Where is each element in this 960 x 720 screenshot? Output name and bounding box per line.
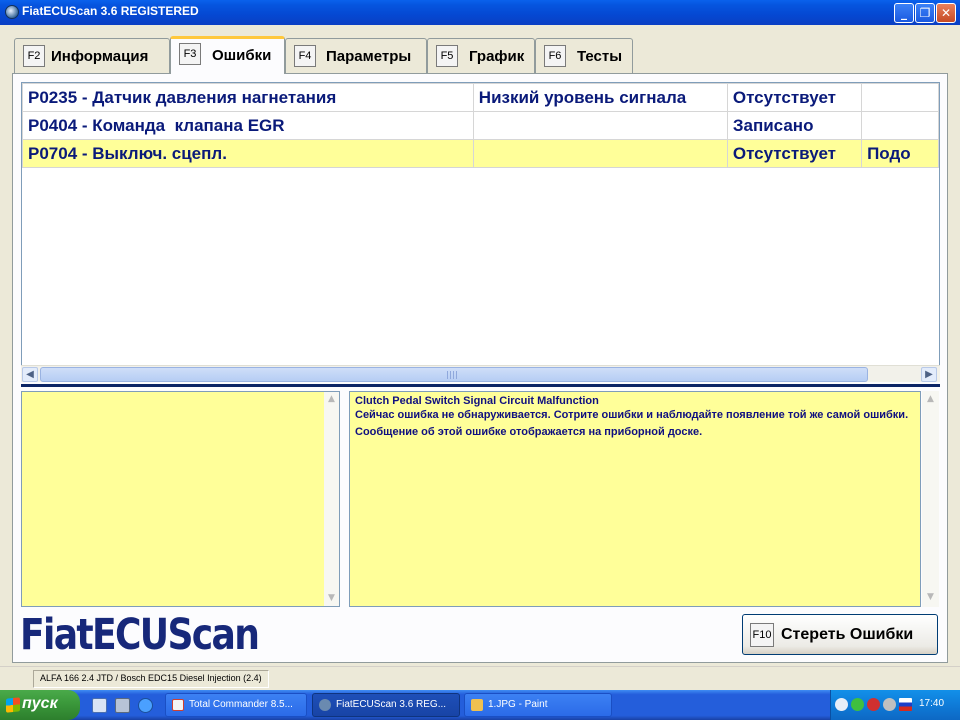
error-status-cell: Отсутствует <box>726 139 863 168</box>
internet-explorer-icon[interactable] <box>138 698 153 713</box>
error-extra-cell <box>861 83 939 112</box>
scroll-left-icon[interactable]: ◀ <box>22 367 38 382</box>
clear-errors-button[interactable]: F10 Стереть Ошибки <box>742 614 938 655</box>
error-code-cell: P0704 - Выключ. сцепл. <box>22 139 474 168</box>
tab-bar: F2 Информация F3 Ошибки F4 Параметры F5 … <box>0 36 960 74</box>
paint-icon <box>471 699 483 711</box>
fiatecuscan-icon <box>319 699 331 711</box>
error-list[interactable]: P0235 - Датчик давления нагнетания Низки… <box>21 82 940 382</box>
error-detail-cell: Низкий уровень сигнала <box>472 83 728 112</box>
start-label: пуск <box>22 695 58 712</box>
total-commander-icon <box>172 699 184 711</box>
error-status-cell: Записано <box>726 111 863 140</box>
button-key: F10 <box>750 623 774 647</box>
tab-key: F6 <box>544 45 566 67</box>
description-text: Сейчас ошибка не обнаруживается. Сотрите… <box>355 409 909 438</box>
scroll-up-icon[interactable]: ▲ <box>325 393 338 405</box>
show-desktop-icon[interactable] <box>92 698 107 713</box>
task-fiatecuscan[interactable]: FiatECUScan 3.6 REG... <box>312 693 460 717</box>
clock[interactable]: 17:40 <box>919 698 944 709</box>
table-row[interactable]: P0404 - Команда клапана EGR Записано <box>22 111 939 140</box>
tab-label: Информация <box>51 48 149 65</box>
tab-label: График <box>469 48 525 65</box>
tab-tests[interactable]: F6 Тесты <box>535 38 633 74</box>
system-tray: 17:40 <box>830 690 960 720</box>
error-code-cell: P0235 - Датчик давления нагнетания <box>22 83 474 112</box>
task-label: 1.JPG - Paint <box>488 699 548 710</box>
tab-label: Тесты <box>577 48 623 65</box>
windows-logo-icon <box>6 697 20 713</box>
scrollbar-thumb[interactable] <box>40 367 868 382</box>
error-extra-cell <box>861 111 939 140</box>
network-icon[interactable] <box>851 698 864 711</box>
grip-icon <box>447 371 459 379</box>
tab-key: F5 <box>436 45 458 67</box>
app-icon[interactable] <box>5 5 19 19</box>
vertical-scrollbar[interactable]: ▲ ▼ <box>324 392 339 606</box>
tab-errors[interactable]: F3 Ошибки <box>170 36 285 74</box>
vertical-scrollbar[interactable]: ▲ ▼ <box>922 391 939 607</box>
error-detail-cell <box>472 139 728 168</box>
error-status-cell: Отсутствует <box>726 83 863 112</box>
table-row[interactable]: P0235 - Датчик давления нагнетания Низки… <box>22 83 939 112</box>
tab-parameters[interactable]: F4 Параметры <box>285 38 427 74</box>
error-code-cell: P0404 - Команда клапана EGR <box>22 111 474 140</box>
vehicle-status: ALFA 166 2.4 JTD / Bosch EDC15 Diesel In… <box>33 670 269 688</box>
description-pane[interactable]: Clutch Pedal Switch Signal Circuit Malfu… <box>349 391 921 607</box>
language-flag-icon[interactable] <box>899 698 912 711</box>
horizontal-scrollbar[interactable]: ◀ ▶ <box>21 365 940 382</box>
close-button[interactable]: ✕ <box>936 3 956 23</box>
minimize-button[interactable]: _ <box>894 3 914 23</box>
task-label: Total Commander 8.5... <box>189 699 293 710</box>
tray-arrow-icon[interactable] <box>835 698 848 711</box>
printer-icon[interactable] <box>115 698 130 713</box>
start-button[interactable]: пуск <box>0 690 80 720</box>
status-bar: ALFA 166 2.4 JTD / Bosch EDC15 Diesel In… <box>0 666 960 690</box>
table-row-selected[interactable]: P0704 - Выключ. сцепл. Отсутствует Подо <box>22 139 939 168</box>
antivirus-icon[interactable] <box>867 698 880 711</box>
volume-icon[interactable] <box>883 698 896 711</box>
scroll-down-icon[interactable]: ▼ <box>924 591 937 603</box>
error-extra-cell: Подо <box>861 139 939 168</box>
tab-key: F4 <box>294 45 316 67</box>
task-total-commander[interactable]: Total Commander 8.5... <box>165 693 307 717</box>
title-bar: FiatECUScan 3.6 REGISTERED _ ❐ ✕ <box>0 0 960 25</box>
task-label: FiatECUScan 3.6 REG... <box>336 699 447 710</box>
window-title: FiatECUScan 3.6 REGISTERED <box>22 4 199 18</box>
error-detail-cell <box>472 111 728 140</box>
tab-key: F2 <box>23 45 45 67</box>
scroll-down-icon[interactable]: ▼ <box>325 592 338 604</box>
scroll-up-icon[interactable]: ▲ <box>924 393 937 405</box>
info-pane[interactable] <box>21 391 340 607</box>
tab-information[interactable]: F2 Информация <box>14 38 170 74</box>
tab-label: Параметры <box>326 48 412 65</box>
tab-graph[interactable]: F5 График <box>427 38 535 74</box>
tab-label: Ошибки <box>212 47 272 64</box>
description-title: Clutch Pedal Switch Signal Circuit Malfu… <box>355 395 599 407</box>
button-label: Стереть Ошибки <box>781 626 914 643</box>
maximize-button[interactable]: ❐ <box>915 3 935 23</box>
tab-key: F3 <box>179 43 201 65</box>
splitter[interactable] <box>21 384 940 387</box>
scroll-right-icon[interactable]: ▶ <box>921 367 937 382</box>
task-paint[interactable]: 1.JPG - Paint <box>464 693 612 717</box>
app-logo: FiatECUScan <box>20 610 260 660</box>
error-table: P0235 - Датчик давления нагнетания Низки… <box>22 83 939 168</box>
taskbar: пуск Total Commander 8.5... FiatECUScan … <box>0 690 960 720</box>
